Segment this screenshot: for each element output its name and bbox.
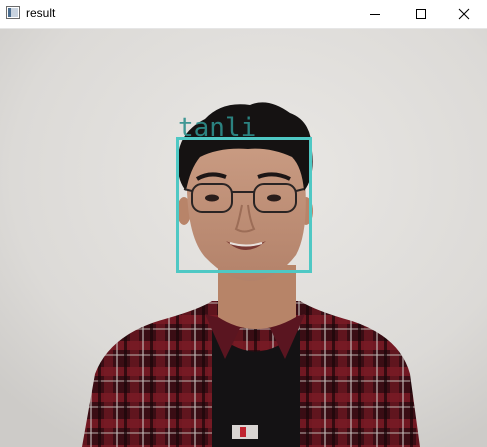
window-title: result [26,6,56,20]
minimize-icon [370,14,380,15]
right-eye [267,194,281,202]
tshirt-print-accent [240,427,246,437]
face-label: tanli [178,113,256,143]
window-app-icon [6,6,20,19]
maximize-button[interactable] [398,0,444,28]
close-icon [458,8,470,20]
camera-image: tanli [0,29,487,447]
result-window: result tanli [0,0,487,447]
maximize-icon [416,9,426,19]
close-button[interactable] [441,0,487,28]
left-eye [205,194,219,202]
minimize-button[interactable] [352,0,398,28]
title-bar[interactable]: result [0,0,487,29]
camera-frame: tanli [0,29,487,447]
